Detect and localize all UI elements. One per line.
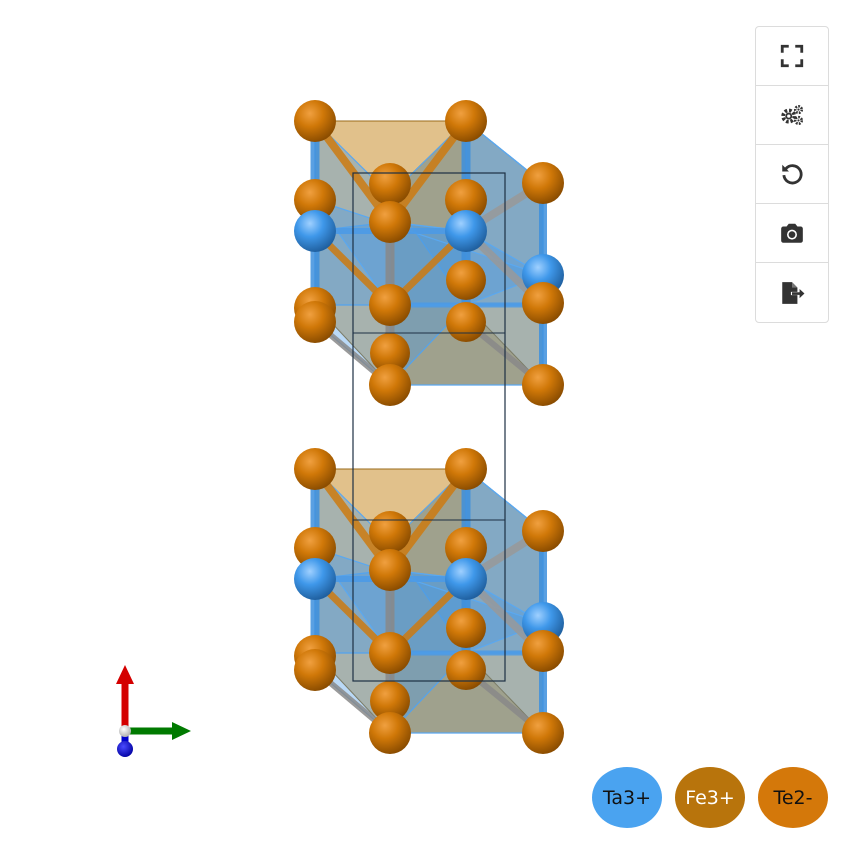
settings-button[interactable] [756,86,828,145]
atom-te [446,260,486,300]
crystal-structure-canvas[interactable] [0,0,855,850]
axes-indicator [116,665,191,757]
atom-te [446,302,486,342]
atom-te [369,163,411,205]
legend-chip-te[interactable]: Te2- [758,767,828,828]
atom-te [446,650,486,690]
atom-te [369,511,411,553]
atom-ta [294,558,336,600]
screenshot-button[interactable] [756,204,828,263]
atom-te [369,632,411,674]
atom-te [522,364,564,406]
axis-origin [119,725,131,737]
reset-view-button[interactable] [756,145,828,204]
fullscreen-icon [780,44,804,68]
atom-te [294,100,336,142]
legend-chip-ta[interactable]: Ta3+ [592,767,662,828]
atom-ta [445,210,487,252]
atom-ta [445,558,487,600]
reset-icon [782,164,803,185]
structure-viewer[interactable]: Ta3+ Fe3+ Te2- [0,0,855,850]
axis-a-arrowhead [116,665,134,684]
atom-te [294,301,336,343]
atom-te [294,448,336,490]
atom-te [369,284,411,326]
atom-te [522,510,564,552]
fullscreen-button[interactable] [756,27,828,86]
camera-icon [781,223,803,243]
atom-te [445,100,487,142]
atom-te [369,201,411,243]
atom-te [522,162,564,204]
atom-te [522,712,564,754]
atom-te [369,549,411,591]
atom-te [522,630,564,672]
atom-te [446,608,486,648]
atom-te [369,364,411,406]
atom-te [294,649,336,691]
atom-te [522,282,564,324]
gears-icon [781,105,804,125]
export-button[interactable] [756,263,828,322]
atom-ta [294,210,336,252]
atom-te [445,448,487,490]
polyhedra-layer [313,119,545,734]
axis-b-arrowhead [172,722,191,740]
species-legend: Ta3+ Fe3+ Te2- [592,767,828,829]
export-file-icon [782,281,805,304]
axis-c-head [117,741,133,757]
viewer-toolbar [755,26,829,323]
atom-te [369,712,411,754]
legend-chip-fe[interactable]: Fe3+ [675,767,745,828]
